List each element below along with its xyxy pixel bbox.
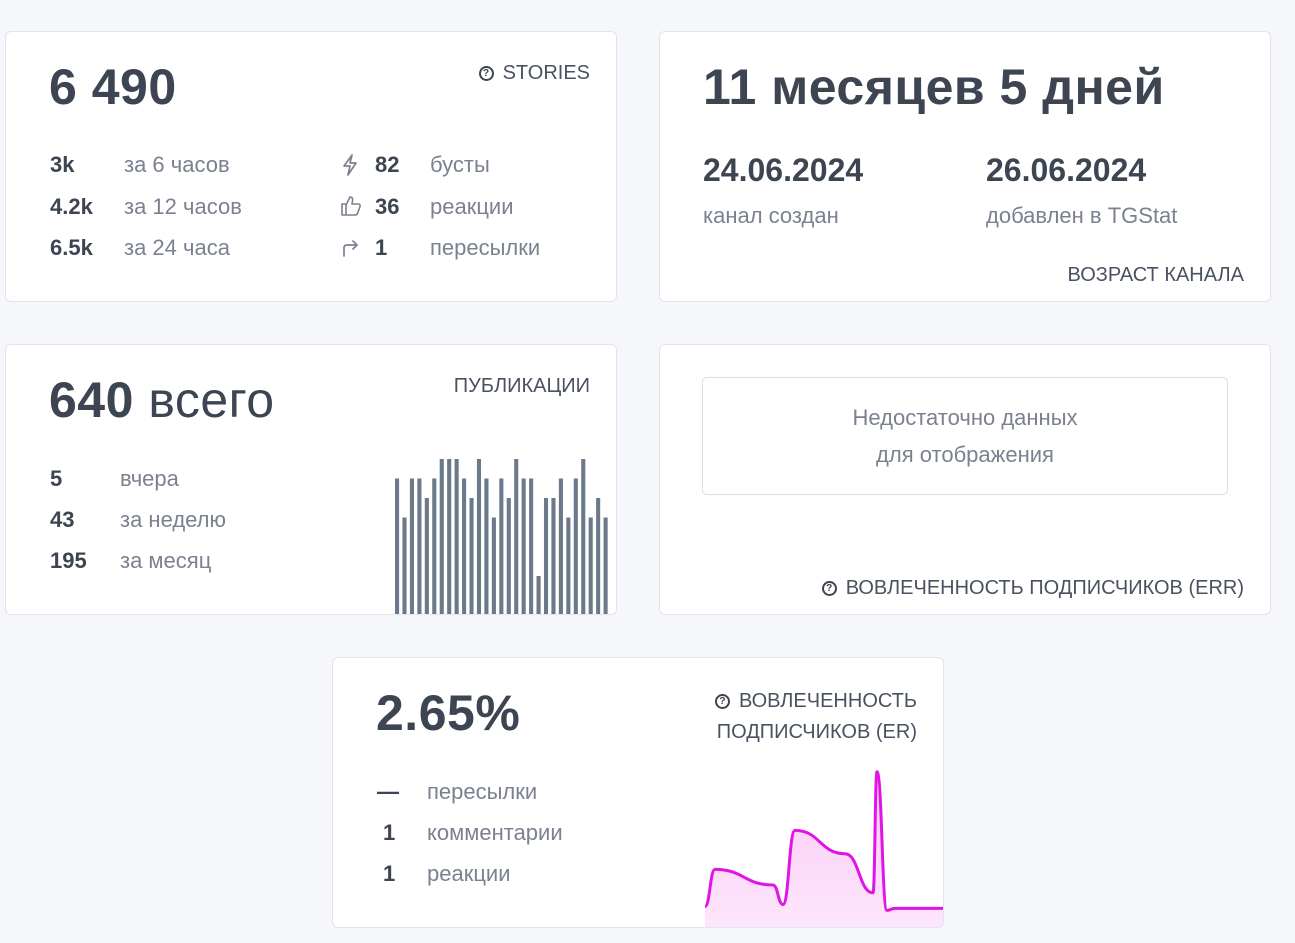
er-forwards-label: пересылки: [427, 779, 538, 804]
publications-bar-chart: [395, 459, 608, 614]
bar: [603, 517, 608, 614]
publications-card: 640 всего ПУБЛИКАЦИИ 5 вчера 43 за недел…: [5, 344, 617, 615]
bar: [499, 478, 504, 614]
no-data-box: Недостаточно данных для отображения: [702, 377, 1228, 495]
bar: [484, 478, 489, 614]
question-icon[interactable]: ?: [821, 581, 837, 596]
bar: [402, 517, 407, 614]
bar: [536, 576, 541, 614]
bar: [454, 459, 459, 614]
er-label-line2: ПОДПИСЧИКОВ (ER): [716, 721, 917, 743]
bar: [432, 478, 437, 614]
bar: [588, 517, 593, 614]
posts-week-label: за неделю: [120, 507, 227, 532]
bar: [566, 517, 571, 614]
bar: [447, 459, 452, 614]
stories-stat-12h-label: за 12 часов: [124, 194, 242, 219]
err-label-text: ВОВЛЕЧЕННОСТЬ ПОДПИСЧИКОВ (ERR): [845, 577, 1244, 599]
posts-week-count: 43: [50, 507, 75, 532]
stories-card: 6 490 ? STORIES 3k за 6 часов 4.2k за 12…: [5, 31, 617, 302]
posts-yesterday-label: вчера: [120, 466, 179, 491]
stories-stat-6h-label: за 6 часов: [124, 152, 230, 177]
stories-label-text: STORIES: [502, 62, 590, 84]
channel-age-label: ВОЗРАСТ КАНАЛА: [1067, 264, 1244, 286]
publications-label: ПУБЛИКАЦИИ: [453, 375, 590, 397]
posts-month-label: за месяц: [120, 548, 212, 573]
bar: [558, 478, 563, 614]
stories-stat-24h: 6.5k: [50, 235, 93, 260]
stories-stat-24h-label: за 24 часа: [124, 235, 230, 260]
created-label: канал создан: [703, 203, 839, 228]
created-date: 24.06.2024: [703, 152, 864, 188]
bar: [469, 498, 474, 614]
reactions-count: 36: [375, 194, 400, 219]
question-icon[interactable]: ?: [714, 694, 730, 709]
lightning-icon: [343, 154, 357, 176]
no-data-line1: Недостаточно данных: [852, 405, 1078, 430]
bar: [521, 478, 526, 614]
bar: [417, 478, 422, 614]
er-card: 2.65% ? ВОВЛЕЧЕННОСТЬ ПОДПИСЧИКОВ (ER) —…: [332, 657, 944, 928]
stories-value: 6 490: [49, 59, 177, 115]
forwards-label: пересылки: [430, 235, 541, 260]
boosts-label: бусты: [430, 152, 490, 177]
er-area: [705, 771, 943, 927]
err-card: Недостаточно данных для отображения ? ВО…: [659, 344, 1271, 615]
posts-month-count: 195: [50, 548, 87, 573]
er-line-chart: [705, 770, 943, 927]
bar: [596, 498, 601, 614]
boosts-count: 82: [375, 152, 400, 177]
stories-stat-6h: 3k: [50, 152, 75, 177]
err-label[interactable]: ? ВОВЛЕЧЕННОСТЬ ПОДПИСЧИКОВ (ERR): [821, 577, 1244, 600]
er-label-line1: ВОВЛЕЧЕННОСТЬ: [738, 690, 917, 712]
er-comments-label: комментарии: [427, 820, 563, 845]
bar: [491, 517, 496, 614]
added-date: 26.06.2024: [986, 152, 1147, 188]
channel-age-card: 11 месяцев 5 дней 24.06.2024 канал созда…: [659, 31, 1271, 302]
bar: [543, 498, 549, 614]
posts-yesterday-count: 5: [50, 466, 63, 491]
bar: [439, 459, 444, 614]
er-value: 2.65%: [376, 685, 521, 741]
er-comments-count: 1: [383, 820, 396, 845]
er-reactions-count: 1: [383, 861, 396, 886]
channel-age-value: 11 месяцев 5 дней: [703, 59, 1165, 115]
forwards-count: 1: [375, 235, 388, 260]
er-reactions-label: реакции: [427, 861, 511, 886]
bar: [551, 498, 556, 614]
er-forwards-count: —: [377, 779, 399, 804]
bar: [424, 498, 429, 614]
no-data-line2: для отображения: [876, 442, 1054, 467]
bar: [514, 459, 519, 614]
bar: [395, 478, 400, 614]
share-arrow-icon: [343, 240, 358, 257]
thumbs-up-icon: [341, 196, 361, 216]
bar: [476, 459, 482, 614]
added-label: добавлен в TGStat: [986, 203, 1178, 228]
bar: [462, 478, 467, 614]
reactions-label: реакции: [430, 194, 514, 219]
er-label[interactable]: ? ВОВЛЕЧЕННОСТЬ ПОДПИСЧИКОВ (ER): [714, 686, 917, 748]
bar: [529, 478, 534, 614]
bar: [409, 478, 414, 614]
bar: [581, 459, 586, 614]
bar: [573, 478, 578, 614]
stories-label[interactable]: ? STORIES: [478, 62, 590, 85]
question-icon[interactable]: ?: [478, 66, 494, 81]
stories-stat-12h: 4.2k: [50, 194, 93, 219]
publications-total: 640: [49, 372, 134, 428]
publications-value: 640 всего: [49, 371, 275, 429]
bar: [506, 498, 511, 614]
publications-total-suffix: всего: [148, 372, 275, 428]
